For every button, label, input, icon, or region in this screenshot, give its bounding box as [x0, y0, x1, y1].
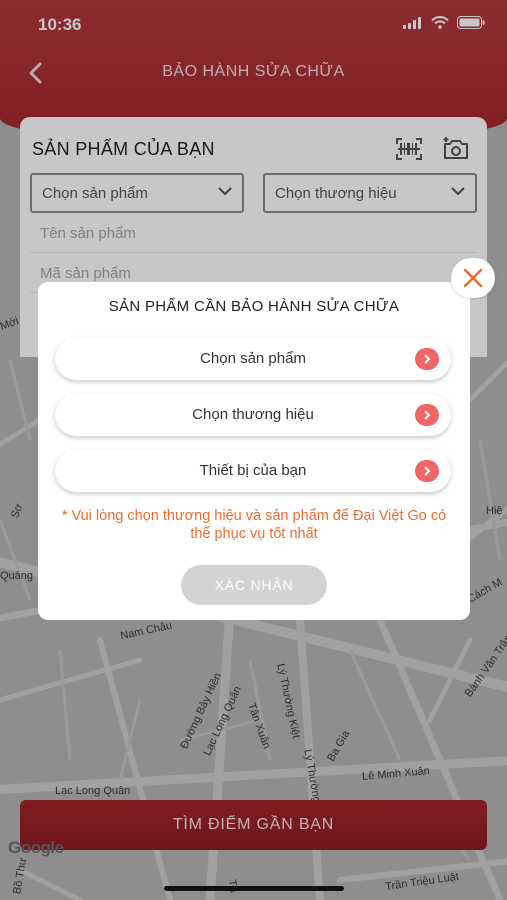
close-modal-button[interactable] — [451, 258, 495, 298]
warning-text: * Vui lòng chọn thương hiệu và sản phẩm … — [61, 508, 447, 542]
option-label: Chọn thương hiệu — [192, 406, 314, 423]
chevron-right-icon — [415, 404, 439, 426]
chevron-right-icon — [415, 348, 439, 370]
warranty-modal: SẢN PHẨM CẦN BẢO HÀNH SỬA CHỮA Chọn sản … — [38, 282, 470, 620]
chevron-right-icon — [415, 460, 439, 482]
confirm-label: XÁC NHẬN — [214, 577, 294, 593]
option-choose-product[interactable]: Chọn sản phẩm — [55, 338, 451, 380]
option-choose-brand[interactable]: Chọn thương hiệu — [55, 394, 451, 436]
confirm-button[interactable]: XÁC NHẬN — [181, 565, 327, 605]
home-indicator[interactable] — [164, 886, 344, 891]
option-label: Chọn sản phẩm — [200, 350, 306, 367]
option-your-device[interactable]: Thiết bị của bạn — [55, 450, 451, 492]
modal-title: SẢN PHẨM CẦN BẢO HÀNH SỬA CHỮA — [108, 298, 400, 315]
option-label: Thiết bị của bạn — [199, 462, 307, 479]
close-icon — [463, 268, 483, 288]
